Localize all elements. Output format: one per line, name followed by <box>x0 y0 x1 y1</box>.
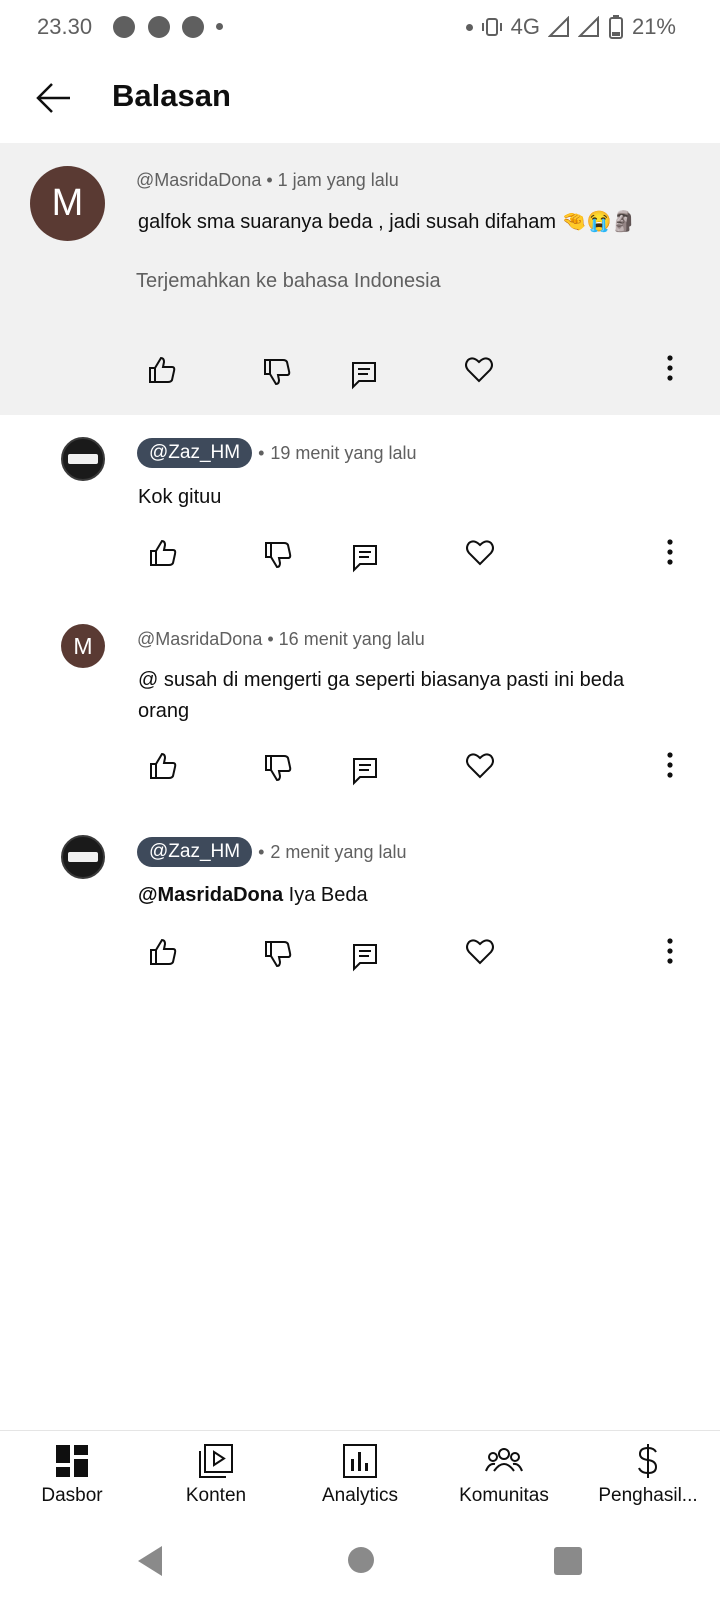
signal-icon <box>547 16 569 37</box>
avatar-logo <box>68 852 98 862</box>
reply-meta: @Zaz_HM • 2 menit yang lalu <box>137 837 406 867</box>
heart-icon[interactable] <box>465 750 495 780</box>
reply-mention[interactable]: @MasridaDona <box>138 884 283 906</box>
nav-label: Analytics <box>321 1485 399 1506</box>
system-home-icon[interactable] <box>347 1546 375 1574</box>
like-icon[interactable] <box>148 751 178 781</box>
analytics-icon <box>343 1444 377 1478</box>
comment-meta: @MasridaDona • 1 jam yang lalu <box>136 170 399 191</box>
battery-percent: 21% <box>631 14 676 39</box>
network-type: 4G <box>510 14 540 39</box>
nav-label: Penghasil... <box>598 1485 698 1506</box>
nav-label: Konten <box>185 1485 247 1506</box>
like-icon[interactable] <box>148 937 178 967</box>
dislike-icon[interactable] <box>263 753 293 783</box>
nav-dasbor[interactable]: Dasbor <box>0 1443 144 1507</box>
back-arrow-icon[interactable] <box>34 80 74 116</box>
reply-author-badge[interactable]: @Zaz_HM <box>137 837 253 867</box>
nav-konten[interactable]: Konten <box>144 1443 288 1507</box>
reply-time: 16 menit yang lalu <box>278 629 425 649</box>
reply-meta: @Zaz_HM • 19 menit yang lalu <box>137 438 416 468</box>
comment-author[interactable]: @MasridaDona <box>136 170 261 190</box>
status-right: 4G 21% <box>465 14 676 40</box>
more-vert-icon[interactable] <box>665 937 675 965</box>
dashboard-icon <box>56 1445 88 1477</box>
meta-separator: • <box>267 629 274 649</box>
page-title: Balasan <box>112 78 231 113</box>
more-vert-icon[interactable] <box>665 751 675 779</box>
more-vert-icon[interactable] <box>665 354 675 382</box>
avatar-logo <box>68 454 98 464</box>
meta-separator: • <box>266 170 273 190</box>
comment-text: galfok sma suaranya beda , jadi susah di… <box>138 211 637 233</box>
heart-icon[interactable] <box>465 936 495 966</box>
system-back-icon[interactable] <box>134 1544 166 1578</box>
reply-text: Kok gituu <box>138 486 222 508</box>
bottom-nav: Dasbor Konten Analytics Komunitas Pengha… <box>0 1430 720 1531</box>
system-recents-icon[interactable] <box>553 1546 583 1576</box>
nav-komunitas[interactable]: Komunitas <box>432 1443 576 1507</box>
status-bar: 23.30 4G 21% <box>0 0 720 52</box>
avatar[interactable]: M <box>30 166 105 241</box>
dislike-icon[interactable] <box>263 540 293 570</box>
nav-analytics[interactable]: Analytics <box>288 1443 432 1507</box>
comment-time: 1 jam yang lalu <box>277 170 399 190</box>
vibrate-icon <box>481 18 502 36</box>
reply-time: 2 menit yang lalu <box>270 841 407 862</box>
meta-separator: • <box>258 442 265 463</box>
dot-icon <box>465 23 473 31</box>
dislike-icon[interactable] <box>263 939 293 969</box>
reply-icon[interactable] <box>351 942 381 972</box>
reply-text: orang <box>138 700 190 722</box>
system-nav-bar <box>0 1530 720 1600</box>
nav-label: Dasbor <box>41 1485 103 1506</box>
meta-separator: • <box>258 841 265 862</box>
heart-icon[interactable] <box>464 354 494 384</box>
reply-text: @ susah di mengerti ga seperti biasanya … <box>138 669 625 691</box>
dollar-icon <box>638 1444 658 1478</box>
reply-author[interactable]: @MasridaDona <box>137 629 262 649</box>
content-icon <box>199 1444 233 1478</box>
avatar[interactable]: M <box>61 624 105 668</box>
nav-penghasilan[interactable]: Penghasil... <box>576 1443 720 1507</box>
signal-icon <box>577 16 599 37</box>
avatar[interactable] <box>61 437 105 481</box>
app-notification-icon <box>182 16 204 38</box>
dislike-icon[interactable] <box>262 357 292 387</box>
reply-icon[interactable] <box>351 543 381 573</box>
avatar[interactable] <box>61 835 105 879</box>
status-time: 23.30 <box>37 14 93 39</box>
reply-body: Iya Beda <box>288 884 368 906</box>
nav-label: Komunitas <box>459 1485 549 1506</box>
community-icon <box>485 1448 523 1472</box>
reply-text: @MasridaDona Iya Beda <box>138 880 368 911</box>
battery-icon <box>608 15 623 39</box>
message-notification-icon <box>113 16 135 38</box>
reply-time: 19 menit yang lalu <box>270 442 417 463</box>
like-icon[interactable] <box>147 355 177 385</box>
translate-link[interactable]: Terjemahkan ke bahasa Indonesia <box>136 270 441 293</box>
app-notification-icon <box>148 16 170 38</box>
reply-icon[interactable] <box>351 756 381 786</box>
more-notifications-dot <box>216 23 223 30</box>
reply-meta: @MasridaDona • 16 menit yang lalu <box>137 629 425 650</box>
heart-icon[interactable] <box>465 537 495 567</box>
reply-author-badge[interactable]: @Zaz_HM <box>137 438 253 468</box>
more-vert-icon[interactable] <box>665 538 675 566</box>
like-icon[interactable] <box>148 538 178 568</box>
reply-icon[interactable] <box>350 360 380 390</box>
